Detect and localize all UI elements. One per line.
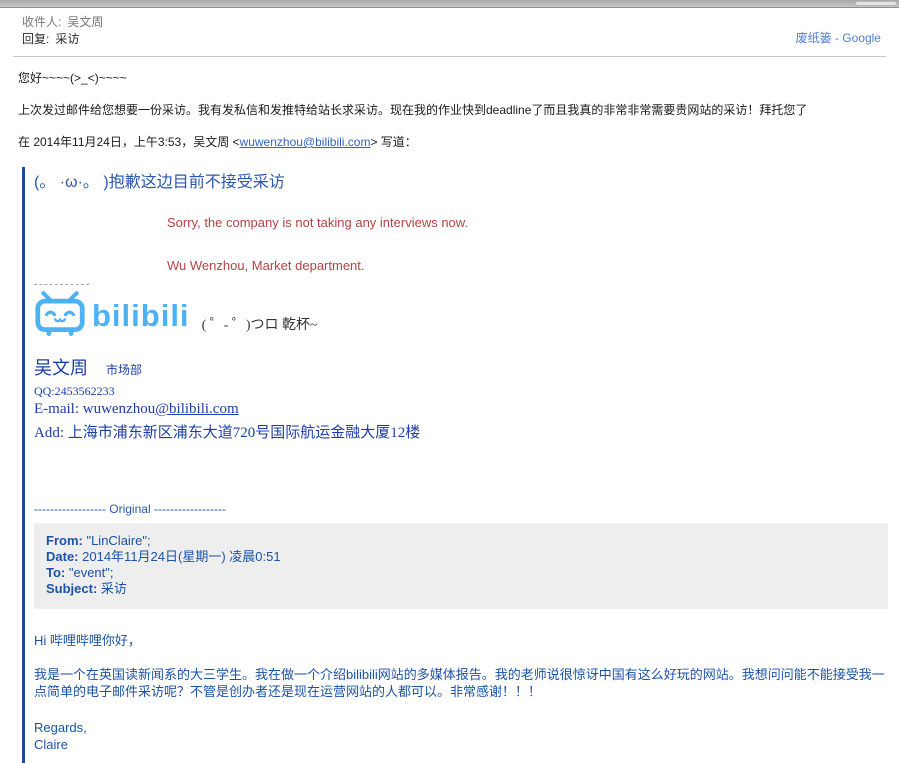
sender-email-link[interactable]: wuwenzhou@bilibili.com bbox=[240, 135, 371, 149]
original-date-row: Date: 2014年11月24日(星期一) 凌晨0:51 bbox=[46, 549, 876, 565]
regards-line: Regards, bbox=[34, 720, 87, 735]
recipient-row: 收件人: 吴文周 bbox=[22, 14, 885, 30]
original-paragraph: 我是一个在英国读新闻系的大三学生。我在做一个介绍bilibili网站的多媒体报告… bbox=[34, 667, 885, 699]
quote-intro-line: 在 2014年11月24日，上午3:53，吴文周 <wuwenzhou@bili… bbox=[18, 135, 881, 150]
signature-department: 市场部 bbox=[106, 363, 143, 377]
bilibili-logo: bilibili ( ゜- ゜)つロ 乾杯~ bbox=[34, 290, 891, 336]
bilibili-slogan: ( ゜- ゜)つロ 乾杯~ bbox=[201, 318, 318, 333]
trash-google-link[interactable]: 废纸篓 - Google bbox=[796, 29, 881, 46]
signature-name: 吴文周 bbox=[34, 358, 88, 378]
reply-headline: (。 ·ω·。 )抱歉这边目前不接受采访 bbox=[34, 174, 285, 191]
signature-qq: QQ:2453562233 bbox=[34, 384, 115, 398]
recipient-label: 收件人: bbox=[22, 15, 62, 29]
original-date-value: 2014年11月24日(星期一) 凌晨0:51 bbox=[78, 549, 281, 564]
reply-signoff-line: Wu Wenzhou, Market department. bbox=[167, 258, 365, 273]
original-message-body: Hi 哔哩哔哩你好， 我是一个在英国读新闻系的大三学生。我在做一个介绍bilib… bbox=[34, 630, 891, 753]
original-to-row: To: "event"; bbox=[46, 565, 876, 581]
original-from-row: From: "LinClaire"; bbox=[46, 533, 876, 549]
request-paragraph: 上次发过邮件给您想要一份采访。我有发私信和发推特给站长求采访。现在我的作业快到d… bbox=[18, 103, 808, 117]
sender-name-line: Claire bbox=[34, 737, 68, 752]
reply-label: 回复: bbox=[22, 32, 50, 46]
recipient-value: 吴文周 bbox=[67, 15, 104, 29]
reply-english-line: Sorry, the company is not taking any int… bbox=[167, 215, 469, 230]
original-greeting: Hi 哔哩哔哩你好， bbox=[34, 633, 141, 648]
signature-address: Add: 上海市浦东新区浦东大道720号国际航运金融大厦12楼 bbox=[34, 425, 421, 441]
mail-header: 收件人: 吴文周 回复: 采访 废纸篓 - Google bbox=[0, 8, 899, 53]
reply-value: 采访 bbox=[55, 32, 80, 46]
quote-intro-prefix: 在 2014年11月24日，上午3:53，吴文周 < bbox=[18, 135, 240, 149]
message-body: 您好~~~~(>_<)~~~~ 上次发过邮件给您想要一份采访。我有发私信和发推特… bbox=[0, 57, 899, 150]
signature-separator bbox=[34, 284, 89, 285]
quote-intro-suffix: > 写道： bbox=[370, 135, 417, 149]
window-top-bar bbox=[0, 0, 899, 8]
original-header-box: From: "LinClaire"; Date: 2014年11月24日(星期一… bbox=[34, 523, 888, 609]
quoted-reply: (。 ·ω·。 )抱歉这边目前不接受采访 Sorry, the company … bbox=[22, 167, 899, 763]
signature-email-row: E-mail: wuwenzhou@bilibili.com bbox=[34, 401, 891, 418]
bilibili-tv-icon bbox=[35, 291, 85, 336]
reply-row: 回复: 采访 bbox=[22, 31, 885, 47]
bilibili-wordmark: bilibili bbox=[92, 298, 190, 333]
original-date-label: Date: bbox=[46, 549, 79, 564]
original-to-label: To: bbox=[46, 565, 66, 580]
original-regards: Regards, Claire bbox=[34, 719, 891, 753]
original-separator: ------------------ Original ------------… bbox=[34, 502, 226, 516]
original-from-label: From: bbox=[46, 533, 83, 548]
signature-email-prefix: E-mail: wuwenzhou bbox=[34, 401, 156, 417]
original-from-value: "LinClaire"; bbox=[82, 533, 151, 548]
greeting-line: 您好~~~~(>_<)~~~~ bbox=[18, 71, 127, 85]
original-subject-value: 采访 bbox=[97, 581, 127, 596]
scrollbar-thumb[interactable] bbox=[855, 1, 897, 6]
original-subject-row: Subject: 采访 bbox=[46, 581, 876, 597]
original-to-value: "event"; bbox=[65, 565, 114, 580]
original-subject-label: Subject: bbox=[46, 581, 98, 596]
signature-email-link[interactable]: @bilibili.com bbox=[155, 401, 238, 417]
signature-block: 吴文周 市场部 QQ:2453562233 E-mail: wuwenzhou@… bbox=[34, 358, 891, 442]
